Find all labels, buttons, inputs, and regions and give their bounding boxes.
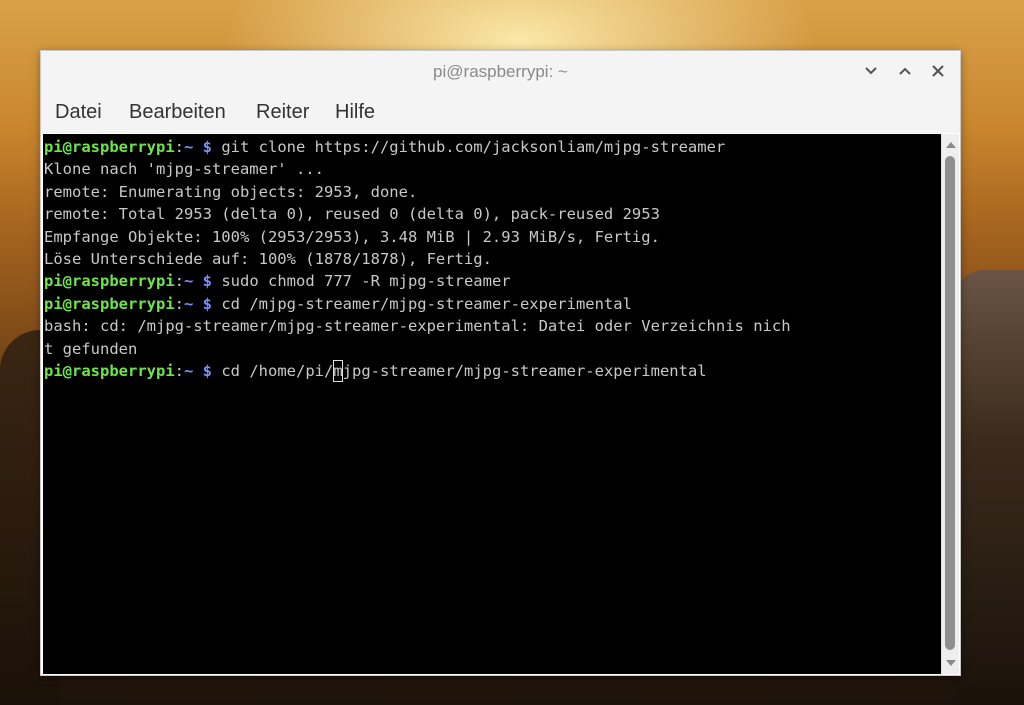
terminal-line: remote: Enumerating objects: 2953, done. [44,182,418,201]
text-cursor: m [333,359,343,383]
scroll-down-arrow-icon[interactable] [946,660,956,666]
chevron-down-icon [865,67,877,75]
minimize-button[interactable] [859,59,883,83]
vertical-scrollbar[interactable] [941,134,959,674]
terminal-line: Klone nach 'mjpg-streamer' ... [44,160,324,179]
menu-item-datei[interactable]: Datei [53,101,104,124]
prompt-user: pi@raspberrypi [44,361,175,380]
prompt-path: ~ $ [184,361,212,380]
terminal-output[interactable]: pi@raspberrypi:~ $ git clone https://git… [43,134,941,674]
window-title: pi@raspberrypi: ~ [433,62,568,81]
command-text: cd /mjpg-streamer/mjpg-streamer-experime… [212,294,632,313]
terminal-line: remote: Total 2953 (delta 0), reused 0 (… [44,205,660,224]
command-text-after-cursor: jpg-streamer/mjpg-streamer-experimental [342,361,707,380]
menu-item-reiter[interactable]: Reiter [254,101,311,124]
prompt-separator: : [174,294,184,313]
prompt-user: pi@raspberrypi [44,272,175,291]
prompt-path: ~ $ [184,138,212,156]
terminal-window: pi@raspberrypi: ~ Datei Bearbeiten Reite… [40,50,961,676]
terminal-line: bash: cd: /mjpg-streamer/mjpg-streamer-e… [44,317,791,336]
prompt-user: pi@raspberrypi [44,294,175,313]
prompt-path: ~ $ [184,294,212,313]
close-button[interactable] [926,59,950,83]
menu-item-hilfe[interactable]: Hilfe [333,101,377,124]
chevron-up-icon [899,67,911,75]
close-icon [932,65,944,77]
terminal-current-line[interactable]: pi@raspberrypi:~ $ cd /home/pi/mjpg-stre… [44,359,941,383]
command-text: sudo chmod 777 -R mjpg-streamer [212,272,511,291]
terminal-line: Löse Unterschiede auf: 100% (1878/1878),… [44,249,492,268]
desktop-hill-right [954,270,1024,705]
menu-bar: Datei Bearbeiten Reiter Hilfe [41,93,960,133]
terminal-line: pi@raspberrypi:~ $ git clone https://git… [44,136,941,158]
command-text: git clone https://github.com/jacksonliam… [212,138,726,156]
terminal-line: t gefunden [44,339,138,358]
prompt-user: pi@raspberrypi [44,138,175,156]
title-bar[interactable]: pi@raspberrypi: ~ [41,51,960,93]
prompt-separator: : [174,138,184,156]
scroll-up-arrow-icon[interactable] [946,142,956,148]
terminal-line: pi@raspberrypi:~ $ cd /mjpg-streamer/mjp… [44,293,941,315]
terminal-line: pi@raspberrypi:~ $ sudo chmod 777 -R mjp… [44,270,941,292]
prompt-path: ~ $ [184,272,212,291]
maximize-button[interactable] [893,59,917,83]
command-text-before-cursor: cd /home/pi/ [212,361,334,380]
prompt-separator: : [174,272,184,291]
menu-item-bearbeiten[interactable]: Bearbeiten [127,101,228,124]
scrollbar-thumb[interactable] [945,156,955,650]
prompt-separator: : [174,361,184,380]
terminal-line: Empfange Objekte: 100% (2953/2953), 3.48… [44,227,660,246]
